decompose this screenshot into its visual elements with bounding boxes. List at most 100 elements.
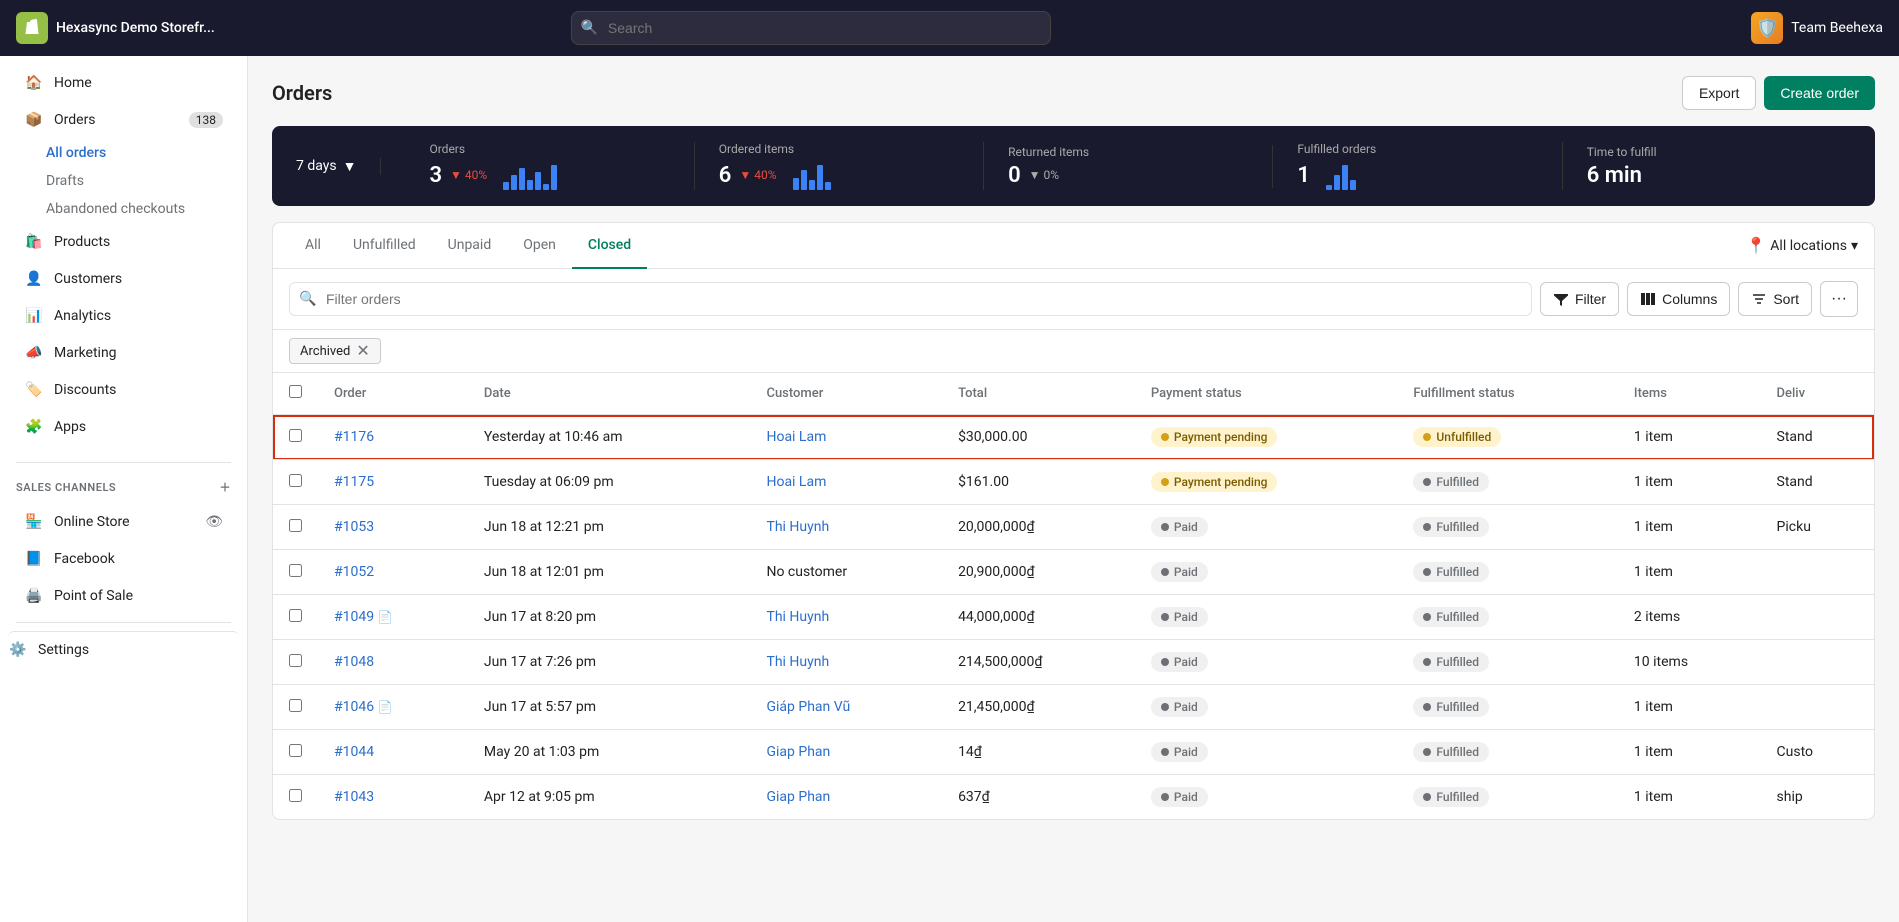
sidebar-item-online-store[interactable]: 🏪 Online Store 👁 xyxy=(8,504,239,540)
row-total: $161.00 xyxy=(942,460,1135,505)
customer-link[interactable]: Thi Huynh xyxy=(766,519,829,535)
order-link[interactable]: #1044 xyxy=(334,744,374,760)
sidebar-sub-abandoned[interactable]: Abandoned checkouts xyxy=(46,195,247,223)
fulfillment-status-badge: Fulfilled xyxy=(1413,607,1489,627)
col-delivery: Deliv xyxy=(1761,373,1874,415)
customer-link[interactable]: Giap Phan xyxy=(766,744,830,760)
sidebar-item-apps[interactable]: 🧩 Apps xyxy=(8,409,239,445)
row-items: 2 items xyxy=(1618,595,1761,640)
period-label: 7 days xyxy=(296,158,337,174)
store-logo[interactable]: Hexasync Demo Storefr... xyxy=(16,12,215,44)
order-link[interactable]: #1176 xyxy=(334,429,374,445)
stats-period-selector[interactable]: 7 days ▼ xyxy=(296,158,381,175)
bar-2 xyxy=(511,175,517,190)
sidebar-item-pos[interactable]: 🖨️ Point of Sale xyxy=(8,578,239,614)
online-store-settings-icon[interactable]: 👁 xyxy=(205,514,223,530)
sidebar-sub-all-orders[interactable]: All orders xyxy=(46,139,247,167)
bar-6 xyxy=(543,184,549,190)
online-store-icon: 🏪 xyxy=(24,512,44,532)
add-channel-button[interactable]: ＋ xyxy=(219,479,231,495)
order-link[interactable]: #1053 xyxy=(334,519,374,535)
sidebar-item-settings[interactable]: ⚙️ Settings xyxy=(8,631,239,668)
payment-badge-dot xyxy=(1161,568,1169,576)
sort-button[interactable]: Sort xyxy=(1738,282,1812,316)
sidebar-item-marketing[interactable]: 📣 Marketing xyxy=(8,335,239,371)
archived-filter-remove[interactable]: ✕ xyxy=(356,343,369,359)
tab-unpaid[interactable]: Unpaid xyxy=(432,223,508,269)
row-order: #1053 xyxy=(318,505,468,550)
row-checkbox[interactable] xyxy=(289,654,302,667)
orders-badge: 138 xyxy=(189,112,223,128)
sidebar-item-products[interactable]: 🛍️ Products xyxy=(8,224,239,260)
row-delivery xyxy=(1761,550,1874,595)
bar-1 xyxy=(503,182,509,190)
payment-status-badge: Paid xyxy=(1151,517,1208,537)
tab-open[interactable]: Open xyxy=(507,223,572,269)
customer-link[interactable]: Hoai Lam xyxy=(766,474,826,490)
search-input[interactable] xyxy=(571,11,1051,45)
archived-filter-tag: Archived ✕ xyxy=(289,338,381,364)
search-bar[interactable]: 🔍 xyxy=(571,11,1051,45)
order-link[interactable]: #1043 xyxy=(334,789,374,805)
columns-icon xyxy=(1640,291,1656,307)
tab-closed[interactable]: Closed xyxy=(572,223,647,269)
row-checkbox[interactable] xyxy=(289,744,302,757)
sidebar-item-facebook[interactable]: 📘 Facebook xyxy=(8,541,239,577)
order-link[interactable]: #1048 xyxy=(334,654,374,670)
order-link[interactable]: #1175 xyxy=(334,474,374,490)
row-order: #1046 📄 xyxy=(318,685,468,730)
tab-all[interactable]: All xyxy=(289,223,337,269)
orders-tbody: #1176 Yesterday at 10:46 am Hoai Lam $30… xyxy=(273,415,1874,820)
team-icon: 🛡️ xyxy=(1751,12,1783,44)
row-customer: Thi Huynh xyxy=(750,640,942,685)
row-checkbox-cell xyxy=(273,775,318,820)
columns-button[interactable]: Columns xyxy=(1627,282,1730,316)
sidebar-label-discounts: Discounts xyxy=(54,382,116,398)
doc-icon: 📄 xyxy=(378,700,393,714)
row-checkbox[interactable] xyxy=(289,474,302,487)
tab-unfulfilled[interactable]: Unfulfilled xyxy=(337,223,432,269)
row-checkbox[interactable] xyxy=(289,564,302,577)
row-checkbox[interactable] xyxy=(289,789,302,802)
row-fulfillment-status: Fulfilled xyxy=(1397,460,1618,505)
sidebar-item-analytics[interactable]: 📊 Analytics xyxy=(8,298,239,334)
sidebar-sub-drafts[interactable]: Drafts xyxy=(46,167,247,195)
location-selector[interactable]: 📍 All locations ▾ xyxy=(1746,236,1858,255)
select-all-checkbox[interactable] xyxy=(289,385,302,398)
sidebar-item-discounts[interactable]: 🏷️ Discounts xyxy=(8,372,239,408)
returned-items-change: ▼ 0% xyxy=(1029,168,1059,182)
filter-orders-input[interactable] xyxy=(289,282,1532,316)
export-button[interactable]: Export xyxy=(1682,76,1756,110)
create-order-button[interactable]: Create order xyxy=(1764,76,1875,110)
bar-c xyxy=(809,180,815,190)
order-link[interactable]: #1049 xyxy=(334,609,374,625)
customer-link[interactable]: Thi Huynh xyxy=(766,609,829,625)
customer-link[interactable]: Giáp Phan Vũ xyxy=(766,699,850,715)
table-row: #1043 Apr 12 at 9:05 pm Giap Phan 637₫ P… xyxy=(273,775,1874,820)
bar-f4 xyxy=(1350,180,1356,190)
sidebar-item-orders[interactable]: 📦 Orders 138 xyxy=(8,102,239,138)
sidebar-item-home[interactable]: 🏠 Home xyxy=(8,65,239,101)
sidebar-item-customers[interactable]: 👤 Customers xyxy=(8,261,239,297)
table-row: #1049 📄 Jun 17 at 8:20 pm Thi Huynh 44,0… xyxy=(273,595,1874,640)
order-link[interactable]: #1052 xyxy=(334,564,374,580)
sidebar-label-online-store: Online Store xyxy=(54,514,130,530)
stats-time-to-fulfill: Time to fulfill 6 min xyxy=(1563,145,1851,188)
row-checkbox-cell xyxy=(273,640,318,685)
row-fulfillment-status: Unfulfilled xyxy=(1397,415,1618,460)
table-row: #1052 Jun 18 at 12:01 pm No customer 20,… xyxy=(273,550,1874,595)
bar-b xyxy=(801,170,807,190)
order-link[interactable]: #1046 xyxy=(334,699,374,715)
more-options-button[interactable]: ··· xyxy=(1820,281,1858,317)
customer-link[interactable]: Giap Phan xyxy=(766,789,830,805)
orders-tabs: All Unfulfilled Unpaid Open Closed 📍 All… xyxy=(273,223,1874,269)
row-checkbox[interactable] xyxy=(289,609,302,622)
row-checkbox[interactable] xyxy=(289,519,302,532)
customer-link[interactable]: Thi Huynh xyxy=(766,654,829,670)
customer-link[interactable]: Hoai Lam xyxy=(766,429,826,445)
row-payment-status: Payment pending xyxy=(1135,415,1398,460)
col-fulfillment-status: Fulfillment status xyxy=(1397,373,1618,415)
row-checkbox[interactable] xyxy=(289,429,302,442)
row-checkbox[interactable] xyxy=(289,699,302,712)
filter-button[interactable]: Filter xyxy=(1540,282,1619,316)
